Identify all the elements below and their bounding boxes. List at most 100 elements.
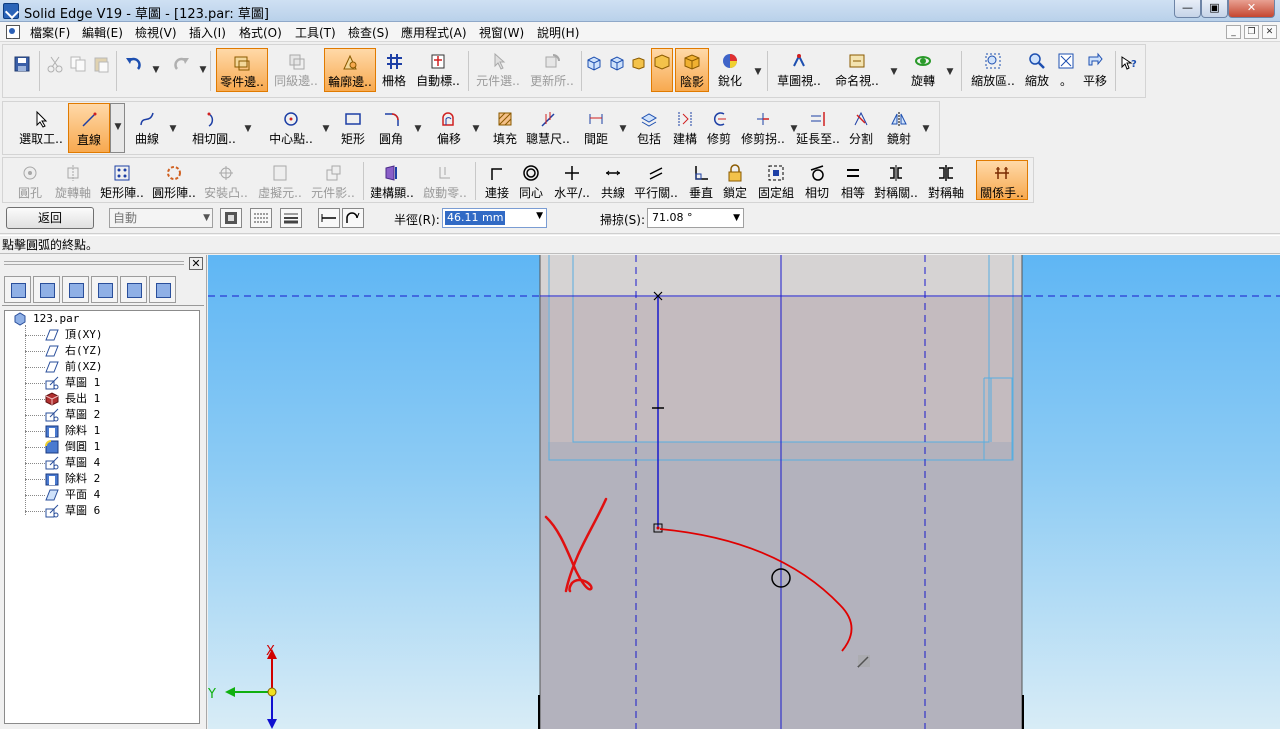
menu-window[interactable]: 視窗(W)	[479, 24, 524, 41]
collinear-button[interactable]: 共線	[597, 160, 629, 204]
sharpen-dropdown-icon[interactable]: ▼	[753, 67, 763, 77]
concentric-button[interactable]: 同心	[515, 160, 547, 204]
menu-help[interactable]: 說明(H)	[537, 24, 579, 41]
line-type-button[interactable]	[250, 208, 272, 228]
menu-format[interactable]: 格式(O)	[239, 24, 282, 41]
parallel-button[interactable]: 平行關..	[633, 160, 679, 204]
symmetric-button[interactable]: 對稱關..	[873, 160, 919, 204]
lock-button[interactable]: 鎖定	[719, 160, 751, 204]
update-all-button[interactable]: 更新所..	[526, 48, 578, 92]
offset-dropdown-icon[interactable]: ▼	[471, 124, 481, 134]
trim-button[interactable]: 修剪	[703, 106, 735, 150]
tab-family-of-parts[interactable]	[91, 276, 118, 303]
tab-feature-pathfinder[interactable]	[4, 276, 31, 303]
perpendicular-button[interactable]: 垂直	[685, 160, 717, 204]
line-button[interactable]: 直線	[68, 103, 110, 153]
line-dropdown-button[interactable]: ▼	[110, 103, 125, 153]
mirror-button[interactable]: 鏡射	[883, 106, 915, 150]
menu-insert[interactable]: 插入(I)	[189, 24, 226, 41]
center-point-dropdown-icon[interactable]: ▼	[321, 124, 331, 134]
view-dimetric-icon[interactable]	[609, 55, 625, 71]
panel-close-button[interactable]: ✕	[189, 257, 203, 270]
grid-button[interactable]: 柵格	[378, 48, 410, 92]
radius-input[interactable]: 46.11 mm ▼	[442, 208, 547, 228]
paste-icon[interactable]	[92, 55, 110, 73]
graphics-window[interactable]: X Y	[208, 255, 1280, 729]
panel-grip[interactable]	[4, 261, 184, 265]
rotate-button[interactable]: 旋轉	[906, 48, 940, 92]
mode-select[interactable]: 自動 ▼	[109, 208, 213, 228]
copy-icon[interactable]	[69, 55, 87, 73]
activate-part-button[interactable]: 啟動零..	[421, 160, 469, 204]
auto-dimension-button[interactable]: 自動標..	[412, 48, 464, 92]
whats-this-help-icon[interactable]: ?	[1120, 55, 1138, 73]
named-view-dropdown-icon[interactable]: ▼	[889, 67, 899, 77]
tangent-button[interactable]: 相切	[801, 160, 833, 204]
circ-pattern-button[interactable]: 圓形陣..	[151, 160, 197, 204]
part-edge-button[interactable]: 零件邊..	[216, 48, 268, 92]
tab-properties[interactable]	[149, 276, 176, 303]
undo-dropdown-icon[interactable]: ▼	[151, 65, 161, 75]
pan-button[interactable]: 平移	[1079, 48, 1111, 92]
zoom-button[interactable]: 縮放	[1021, 48, 1053, 92]
undo-icon[interactable]	[124, 55, 142, 73]
menu-edit[interactable]: 編輯(E)	[82, 24, 123, 41]
component-select-button[interactable]: 元件選..	[472, 48, 524, 92]
fill-button[interactable]: 填充	[489, 106, 521, 150]
shading-button[interactable]: 陰影	[675, 48, 709, 92]
doc-close-button[interactable]: ✕	[1262, 25, 1277, 39]
view-iso-icon[interactable]	[586, 55, 602, 71]
sharpen-button[interactable]: 銳化	[713, 48, 747, 92]
tab-layers[interactable]	[33, 276, 60, 303]
minimize-button[interactable]: —	[1174, 0, 1201, 18]
view-trimetric-icon[interactable]	[630, 55, 646, 71]
tangent-arc-dropdown-icon[interactable]: ▼	[243, 124, 253, 134]
smart-dimension-button[interactable]: 聰慧尺..	[525, 106, 571, 150]
extend-button[interactable]: 延長至..	[793, 106, 843, 150]
fit-button[interactable]: 。	[1055, 48, 1077, 92]
tab-sensors[interactable]	[120, 276, 147, 303]
redo-dropdown-icon[interactable]: ▼	[198, 65, 208, 75]
curve-dropdown-icon[interactable]: ▼	[168, 124, 178, 134]
connect-button[interactable]: 連接	[481, 160, 513, 204]
tangent-arc-button[interactable]: 相切圓..	[188, 106, 240, 150]
rectangle-button[interactable]: 矩形	[337, 106, 369, 150]
menu-file[interactable]: 檔案(F)	[30, 24, 70, 41]
offset-button[interactable]: 偏移	[433, 106, 465, 150]
document-icon[interactable]	[6, 25, 20, 39]
component-image-button[interactable]: 元件影..	[309, 160, 357, 204]
arc-mode-button[interactable]	[342, 208, 364, 228]
save-icon[interactable]	[13, 55, 31, 73]
fillet-button[interactable]: 圓角	[375, 106, 407, 150]
zoom-area-button[interactable]: 縮放區..	[967, 48, 1019, 92]
line-mode-button[interactable]	[318, 208, 340, 228]
revolve-axis-button[interactable]: 旋轉軸	[51, 160, 95, 204]
menu-view[interactable]: 檢視(V)	[135, 24, 177, 41]
distance-dropdown-icon[interactable]: ▼	[618, 124, 628, 134]
line-width-button[interactable]	[280, 208, 302, 228]
relationship-handles-button[interactable]: 關係手..	[976, 160, 1028, 200]
center-point-circle-button[interactable]: 中心點..	[265, 106, 317, 150]
sweep-input[interactable]: 71.08 ° ▼	[647, 208, 744, 228]
redo-icon[interactable]	[173, 55, 191, 73]
cut-icon[interactable]	[46, 55, 64, 73]
maximize-button[interactable]: ▣	[1201, 0, 1228, 18]
mounting-boss-button[interactable]: 安裝凸..	[203, 160, 249, 204]
tab-features-library[interactable]	[62, 276, 89, 303]
horizontal-vertical-button[interactable]: 水平/..	[551, 160, 593, 204]
curve-button[interactable]: 曲線	[131, 106, 163, 150]
doc-minimize-button[interactable]: _	[1226, 25, 1241, 39]
fillet-dropdown-icon[interactable]: ▼	[413, 124, 423, 134]
close-button[interactable]: ✕	[1228, 0, 1275, 18]
peer-edge-button[interactable]: 同級邊..	[270, 48, 322, 92]
menu-inspect[interactable]: 檢查(S)	[348, 24, 389, 41]
trim-corner-button[interactable]: 修剪拐..	[739, 106, 787, 150]
split-button[interactable]: 分割	[845, 106, 877, 150]
virtual-component-button[interactable]: 虛擬元..	[257, 160, 303, 204]
construction-display-button[interactable]: 建構顯..	[369, 160, 415, 204]
rotate-dropdown-icon[interactable]: ▼	[945, 67, 955, 77]
named-view-button[interactable]: 命名視..	[829, 48, 885, 92]
equal-button[interactable]: 相等	[837, 160, 869, 204]
menu-tools[interactable]: 工具(T)	[295, 24, 336, 41]
rect-pattern-button[interactable]: 矩形陣..	[99, 160, 145, 204]
